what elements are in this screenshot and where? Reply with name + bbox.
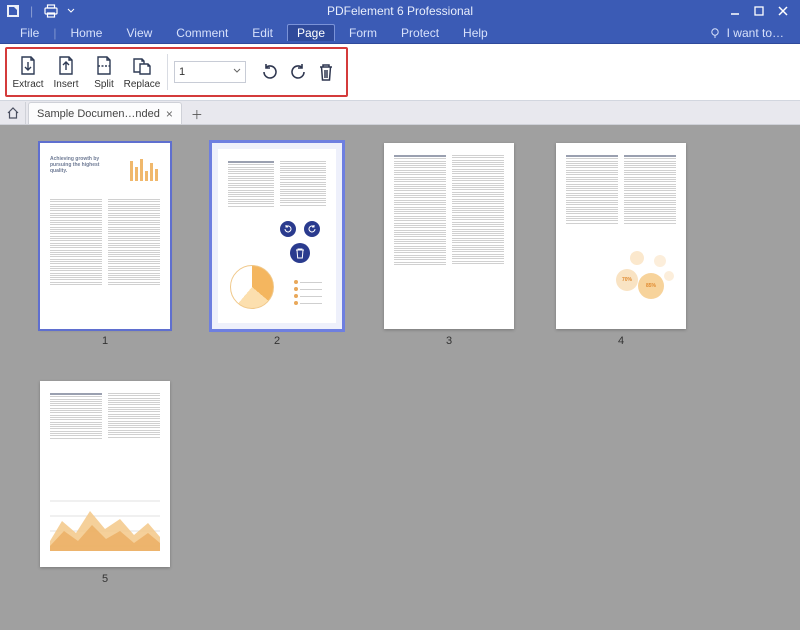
i-want-to-label: I want to… xyxy=(727,26,784,40)
menu-help[interactable]: Help xyxy=(453,24,498,42)
thumb-1-heading: Achieving growth by pursuing the highest… xyxy=(50,157,104,174)
tab-label: Sample Documen…nded xyxy=(37,108,160,120)
thumb-5-areachart xyxy=(50,491,160,551)
rotate-left-button[interactable] xyxy=(256,58,284,86)
tab-add-button[interactable]: ＋ xyxy=(186,104,208,124)
thumb-3[interactable]: 3 xyxy=(384,143,514,347)
minimize-button[interactable] xyxy=(726,3,744,19)
tabbar: Sample Documen…nded × ＋ xyxy=(0,101,800,125)
qat-dropdown-icon[interactable] xyxy=(67,4,75,18)
split-button[interactable]: Split xyxy=(85,51,123,93)
delete-page-button[interactable] xyxy=(312,58,340,86)
thumb-2[interactable]: 2 xyxy=(212,143,342,347)
bulb-icon xyxy=(709,27,721,39)
app-title: PDFelement 6 Professional xyxy=(0,4,800,18)
menu-page[interactable]: Page xyxy=(287,24,335,41)
split-label: Split xyxy=(94,79,113,90)
tab-home-button[interactable] xyxy=(0,102,26,124)
tab-document[interactable]: Sample Documen…nded × xyxy=(28,102,182,124)
replace-label: Replace xyxy=(124,79,161,90)
print-icon[interactable] xyxy=(43,4,59,18)
thumb-2-label: 2 xyxy=(274,335,280,347)
page-number-value: 1 xyxy=(179,66,185,78)
toolbar-sep xyxy=(167,54,168,90)
menu-comment[interactable]: Comment xyxy=(166,24,238,42)
rotate-left-overlay-icon xyxy=(280,221,296,237)
thumb-2-pie xyxy=(230,265,274,309)
thumb-1-label: 1 xyxy=(102,335,108,347)
close-button[interactable] xyxy=(774,3,792,19)
extract-label: Extract xyxy=(12,79,43,90)
app-icon xyxy=(6,4,20,18)
extract-button[interactable]: Extract xyxy=(9,51,47,93)
thumb-5[interactable]: 5 xyxy=(40,381,170,585)
thumb-4-label: 4 xyxy=(618,335,624,347)
menu-view[interactable]: View xyxy=(116,24,162,42)
replace-button[interactable]: Replace xyxy=(123,51,161,93)
menu-edit[interactable]: Edit xyxy=(242,24,283,42)
maximize-button[interactable] xyxy=(750,3,768,19)
titlebar: | PDFelement 6 Professional xyxy=(0,0,800,22)
menu-home[interactable]: Home xyxy=(60,24,112,42)
rotate-right-overlay-icon xyxy=(304,221,320,237)
thumbnail-workspace: Achieving growth by pursuing the highest… xyxy=(0,125,800,630)
menu-file[interactable]: File xyxy=(10,24,49,42)
dropdown-icon xyxy=(233,66,241,78)
menubar: File | Home View Comment Edit Page Form … xyxy=(0,22,800,44)
delete-overlay-icon xyxy=(290,243,310,263)
menu-protect[interactable]: Protect xyxy=(391,24,449,42)
rotate-right-button[interactable] xyxy=(284,58,312,86)
page-number-combo[interactable]: 1 xyxy=(174,61,246,83)
thumb-4[interactable]: 70% 85% 4 xyxy=(556,143,686,347)
page-toolbar-highlight: Extract Insert Split Replace 1 xyxy=(5,47,348,97)
insert-button[interactable]: Insert xyxy=(47,51,85,93)
thumb-1[interactable]: Achieving growth by pursuing the highest… xyxy=(40,143,170,347)
thumb-3-label: 3 xyxy=(446,335,452,347)
tab-close-button[interactable]: × xyxy=(166,108,173,120)
toolbar: Extract Insert Split Replace 1 xyxy=(0,44,800,101)
titlebar-sep: | xyxy=(30,4,33,18)
i-want-to-button[interactable]: I want to… xyxy=(703,24,790,42)
menu-form[interactable]: Form xyxy=(339,24,387,42)
insert-label: Insert xyxy=(53,79,78,90)
thumb-5-label: 5 xyxy=(102,573,108,585)
